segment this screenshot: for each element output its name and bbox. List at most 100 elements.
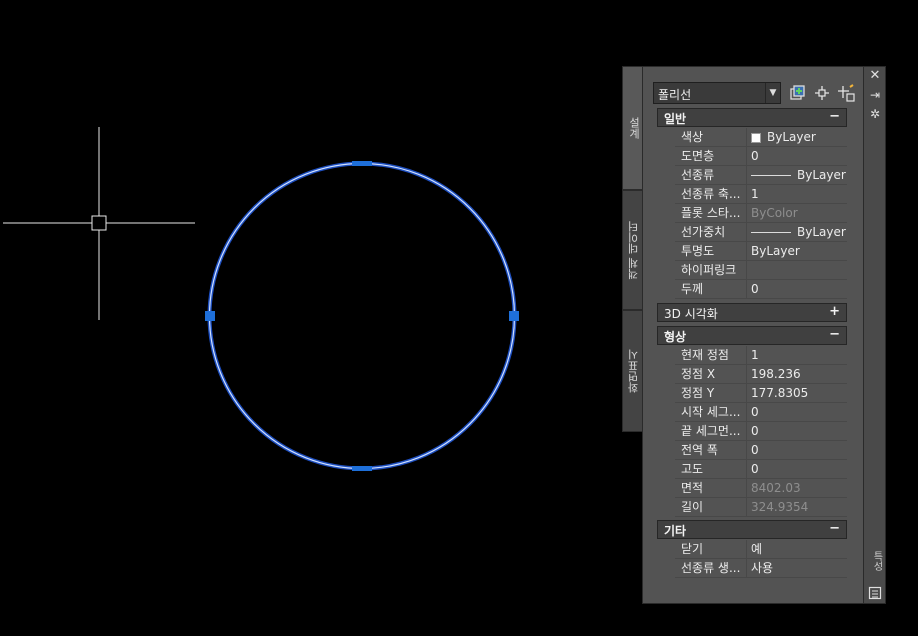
prop-value[interactable]: 0 xyxy=(747,441,847,460)
crosshair-cursor xyxy=(3,127,195,320)
section-misc[interactable]: 기타 − xyxy=(657,520,847,539)
prop-value[interactable]: ByLayer xyxy=(747,223,847,242)
tab-display[interactable]: 화면표시 xyxy=(622,310,644,432)
prop-row-thickness[interactable]: 두께 0 xyxy=(675,280,847,299)
prop-value-text: ByLayer xyxy=(797,168,846,182)
prop-key: 길이 xyxy=(675,498,747,517)
prop-row-end-segment-width[interactable]: 끝 세그먼... 0 xyxy=(675,422,847,441)
palette-title-strip[interactable]: ✕ ⇥ ✲ 특성 xyxy=(864,66,886,604)
prop-value[interactable]: ByLayer xyxy=(747,128,847,147)
drawing-canvas[interactable] xyxy=(0,0,640,636)
tab-object-data-label: 객체 데이터 xyxy=(626,220,640,280)
prop-row-hyperlink[interactable]: 하이퍼링크 xyxy=(675,261,847,280)
prop-value[interactable]: 사용 xyxy=(747,559,847,578)
prop-value[interactable]: 1 xyxy=(747,346,847,365)
grip-top[interactable] xyxy=(352,161,372,166)
collapse-toggle[interactable]: − xyxy=(829,327,840,342)
section-3d-visualization[interactable]: 3D 시각화 + xyxy=(657,303,847,322)
palette-menu-icon[interactable] xyxy=(868,586,882,600)
prop-row-area[interactable]: 면적 8402.03 xyxy=(675,479,847,498)
grip-bottom[interactable] xyxy=(352,466,372,471)
prop-key: 선종류 축... xyxy=(675,185,747,204)
prop-row-color[interactable]: 색상 ByLayer xyxy=(675,128,847,147)
close-icon[interactable]: ✕ xyxy=(868,69,882,83)
prop-value: 8402.03 xyxy=(747,479,847,498)
prop-row-global-width[interactable]: 전역 폭 0 xyxy=(675,441,847,460)
prop-key: 정점 Y xyxy=(675,384,747,403)
quick-select-icon[interactable] xyxy=(837,84,855,102)
expand-toggle[interactable]: + xyxy=(829,304,840,319)
tab-object-data[interactable]: 객체 데이터 xyxy=(622,190,644,310)
selected-polyline-circle[interactable] xyxy=(207,161,517,471)
linetype-sample-icon xyxy=(751,175,791,176)
prop-key: 선가중치 xyxy=(675,223,747,242)
prop-value-text: ByLayer xyxy=(797,225,846,239)
prop-row-linetype-generation[interactable]: 선종류 생... 사용 xyxy=(675,559,847,578)
color-swatch-icon xyxy=(751,132,761,143)
settings-icon[interactable]: ✲ xyxy=(868,107,882,121)
prop-value[interactable]: 198.236 xyxy=(747,365,847,384)
prop-key: 선종류 xyxy=(675,166,747,185)
prop-row-start-segment-width[interactable]: 시작 세그... 0 xyxy=(675,403,847,422)
section-misc-title: 기타 xyxy=(664,524,687,538)
tab-display-label: 화면표시 xyxy=(626,349,640,393)
section-3d-title: 3D 시각화 xyxy=(664,307,718,321)
prop-key: 고도 xyxy=(675,460,747,479)
prop-row-layer[interactable]: 도면층 0 xyxy=(675,147,847,166)
prop-value[interactable]: 0 xyxy=(747,422,847,441)
grip-left[interactable] xyxy=(205,311,215,321)
prop-value[interactable] xyxy=(747,261,847,280)
prop-row-elevation[interactable]: 고도 0 xyxy=(675,460,847,479)
tab-design-label: 설계 xyxy=(627,117,641,139)
prop-key: 정점 X xyxy=(675,365,747,384)
prop-value[interactable]: 0 xyxy=(747,280,847,299)
prop-key: 현재 정점 xyxy=(675,346,747,365)
prop-row-vertex-x[interactable]: 정점 X 198.236 xyxy=(675,365,847,384)
prop-row-transparency[interactable]: 투명도 ByLayer xyxy=(675,242,847,261)
prop-key: 색상 xyxy=(675,128,747,147)
prop-row-closed[interactable]: 닫기 예 xyxy=(675,540,847,559)
prop-value[interactable]: 예 xyxy=(747,540,847,559)
select-objects-icon[interactable] xyxy=(813,84,831,102)
prop-row-linetype[interactable]: 선종류 ByLayer xyxy=(675,166,847,185)
section-geometry[interactable]: 형상 − xyxy=(657,326,847,345)
prop-row-linetype-scale[interactable]: 선종류 축... 1 xyxy=(675,185,847,204)
prop-key: 두께 xyxy=(675,280,747,299)
prop-value[interactable]: 1 xyxy=(747,185,847,204)
section-general-title: 일반 xyxy=(664,112,687,126)
auto-hide-icon[interactable]: ⇥ xyxy=(868,88,882,102)
prop-row-vertex-y[interactable]: 정점 Y 177.8305 xyxy=(675,384,847,403)
prop-row-plot-style[interactable]: 플롯 스타... ByColor xyxy=(675,204,847,223)
toggle-pickadd-icon[interactable] xyxy=(789,84,807,102)
collapse-toggle[interactable]: − xyxy=(829,109,840,124)
prop-value[interactable]: ByLayer xyxy=(747,242,847,261)
object-type-value: 폴리선 xyxy=(658,88,692,102)
prop-row-length[interactable]: 길이 324.9354 xyxy=(675,498,847,517)
properties-panel: 폴리선 ▼ 일반 − 색상 ByLayer 도면층 0 선종류 ByLayer … xyxy=(642,66,864,604)
prop-key: 시작 세그... xyxy=(675,403,747,422)
prop-value[interactable]: 0 xyxy=(747,460,847,479)
object-type-dropdown[interactable]: 폴리선 ▼ xyxy=(653,82,781,104)
chevron-down-icon[interactable]: ▼ xyxy=(765,83,780,103)
grip-right[interactable] xyxy=(509,311,519,321)
prop-row-lineweight[interactable]: 선가중치 ByLayer xyxy=(675,223,847,242)
prop-value[interactable]: 0 xyxy=(747,403,847,422)
tab-design[interactable]: 설계 xyxy=(622,66,644,190)
prop-value[interactable]: 0 xyxy=(747,147,847,166)
prop-key: 면적 xyxy=(675,479,747,498)
prop-key: 닫기 xyxy=(675,540,747,559)
collapse-toggle[interactable]: − xyxy=(829,521,840,536)
prop-value: ByColor xyxy=(747,204,847,223)
lineweight-sample-icon xyxy=(751,232,791,233)
prop-value-text: ByLayer xyxy=(767,130,816,144)
section-geometry-title: 형상 xyxy=(664,330,687,344)
prop-row-current-vertex[interactable]: 현재 정점 1 xyxy=(675,346,847,365)
prop-key: 선종류 생... xyxy=(675,559,747,578)
section-general[interactable]: 일반 − xyxy=(657,108,847,127)
prop-key: 끝 세그먼... xyxy=(675,422,747,441)
prop-value[interactable]: 177.8305 xyxy=(747,384,847,403)
properties-palette: 설계 객체 데이터 화면표시 폴리선 ▼ 일반 − 색상 ByLayer 도면층… xyxy=(622,66,886,604)
prop-key: 플롯 스타... xyxy=(675,204,747,223)
prop-value[interactable]: ByLayer xyxy=(747,166,847,185)
palette-side-tabs: 설계 객체 데이터 화면표시 xyxy=(622,66,644,436)
